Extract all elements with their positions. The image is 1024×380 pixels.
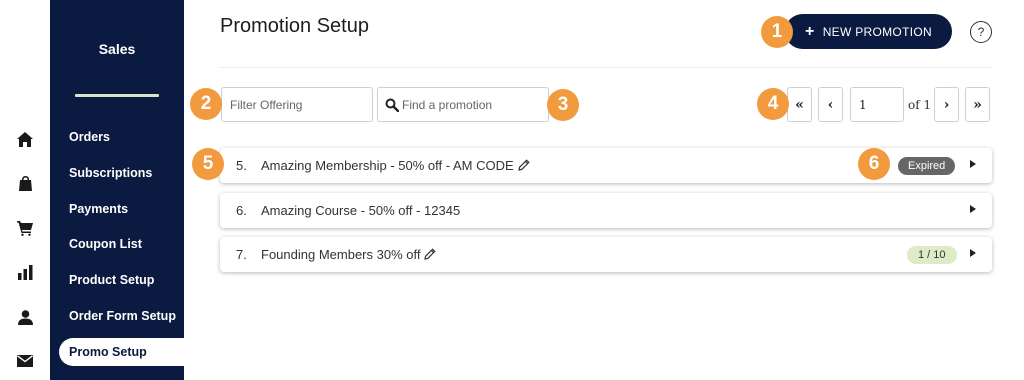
search-field[interactable] xyxy=(377,87,549,122)
status-badge-expired: Expired xyxy=(898,157,956,175)
pencil-icon[interactable] xyxy=(517,159,530,171)
help-button[interactable]: ? xyxy=(970,21,992,43)
new-promotion-label: NEW PROMOTION xyxy=(822,24,932,39)
sidebar-title: Sales xyxy=(98,41,136,57)
search-input[interactable] xyxy=(402,88,546,121)
callout-2: 2 xyxy=(190,88,222,120)
new-promotion-button[interactable]: + NEW PROMOTION xyxy=(785,14,952,49)
callout-4: 4 xyxy=(757,88,789,120)
sidebar-item-orders[interactable]: Orders xyxy=(69,130,110,144)
expand-arrow-icon[interactable] xyxy=(970,205,976,213)
sidebar-title-underline xyxy=(75,94,159,97)
usage-count-badge: 1 / 10 xyxy=(907,246,957,264)
user-icon[interactable] xyxy=(14,306,36,328)
sidebar-item-product-setup[interactable]: Product Setup xyxy=(69,273,154,287)
search-icon xyxy=(385,98,399,112)
expand-arrow-icon[interactable] xyxy=(970,249,976,257)
icon-rail xyxy=(0,0,50,380)
filter-offering-input[interactable] xyxy=(221,87,373,122)
mail-icon[interactable] xyxy=(14,350,36,372)
callout-6: 6 xyxy=(858,148,890,180)
cart-icon[interactable] xyxy=(14,217,36,239)
page-count-label: of 1 xyxy=(908,98,932,112)
sidebar-item-coupon-list[interactable]: Coupon List xyxy=(69,237,142,251)
page-number-input[interactable] xyxy=(850,87,904,122)
promotion-name: Founding Members 30% off xyxy=(261,247,437,262)
sidebar-item-subscriptions[interactable]: Subscriptions xyxy=(69,166,152,180)
bar-chart-icon[interactable] xyxy=(14,261,36,283)
callout-3: 3 xyxy=(547,89,579,121)
promotion-name: Amazing Membership - 50% off - AM CODE xyxy=(261,158,530,173)
header-divider xyxy=(220,67,992,68)
promotion-row[interactable]: 6. Amazing Course - 50% off - 12345 xyxy=(220,193,992,228)
home-icon[interactable] xyxy=(14,128,36,150)
promotion-row[interactable]: 7. Founding Members 30% off 1 / 10 xyxy=(220,237,992,272)
plus-icon: + xyxy=(805,22,815,40)
page-title: Promotion Setup xyxy=(220,15,369,37)
next-page-button[interactable]: › xyxy=(934,87,959,122)
last-page-button[interactable]: » xyxy=(965,87,990,122)
app-root: Sales Orders Subscriptions Payments Coup… xyxy=(0,0,1024,380)
sidebar: Sales Orders Subscriptions Payments Coup… xyxy=(50,0,184,380)
sidebar-item-promo-setup[interactable]: Promo Setup xyxy=(59,338,184,366)
callout-1: 1 xyxy=(761,16,793,48)
store-icon[interactable] xyxy=(14,172,36,194)
sidebar-item-payments[interactable]: Payments xyxy=(69,202,128,216)
promotion-number: 5. xyxy=(236,158,247,173)
prev-page-button[interactable]: ‹ xyxy=(818,87,843,122)
callout-5: 5 xyxy=(192,148,224,180)
promotion-name-text: Amazing Membership - 50% off - AM CODE xyxy=(261,158,514,173)
first-page-button[interactable]: « xyxy=(787,87,812,122)
promotion-name-text: Amazing Course - 50% off - 12345 xyxy=(261,203,461,218)
pencil-icon[interactable] xyxy=(424,248,437,260)
sidebar-item-order-form-setup[interactable]: Order Form Setup xyxy=(69,309,176,323)
promotion-name-text: Founding Members 30% off xyxy=(261,247,421,262)
promotion-number: 6. xyxy=(236,203,247,218)
promotion-name: Amazing Course - 50% off - 12345 xyxy=(261,203,460,218)
expand-arrow-icon[interactable] xyxy=(970,160,976,168)
promotion-number: 7. xyxy=(236,247,247,262)
